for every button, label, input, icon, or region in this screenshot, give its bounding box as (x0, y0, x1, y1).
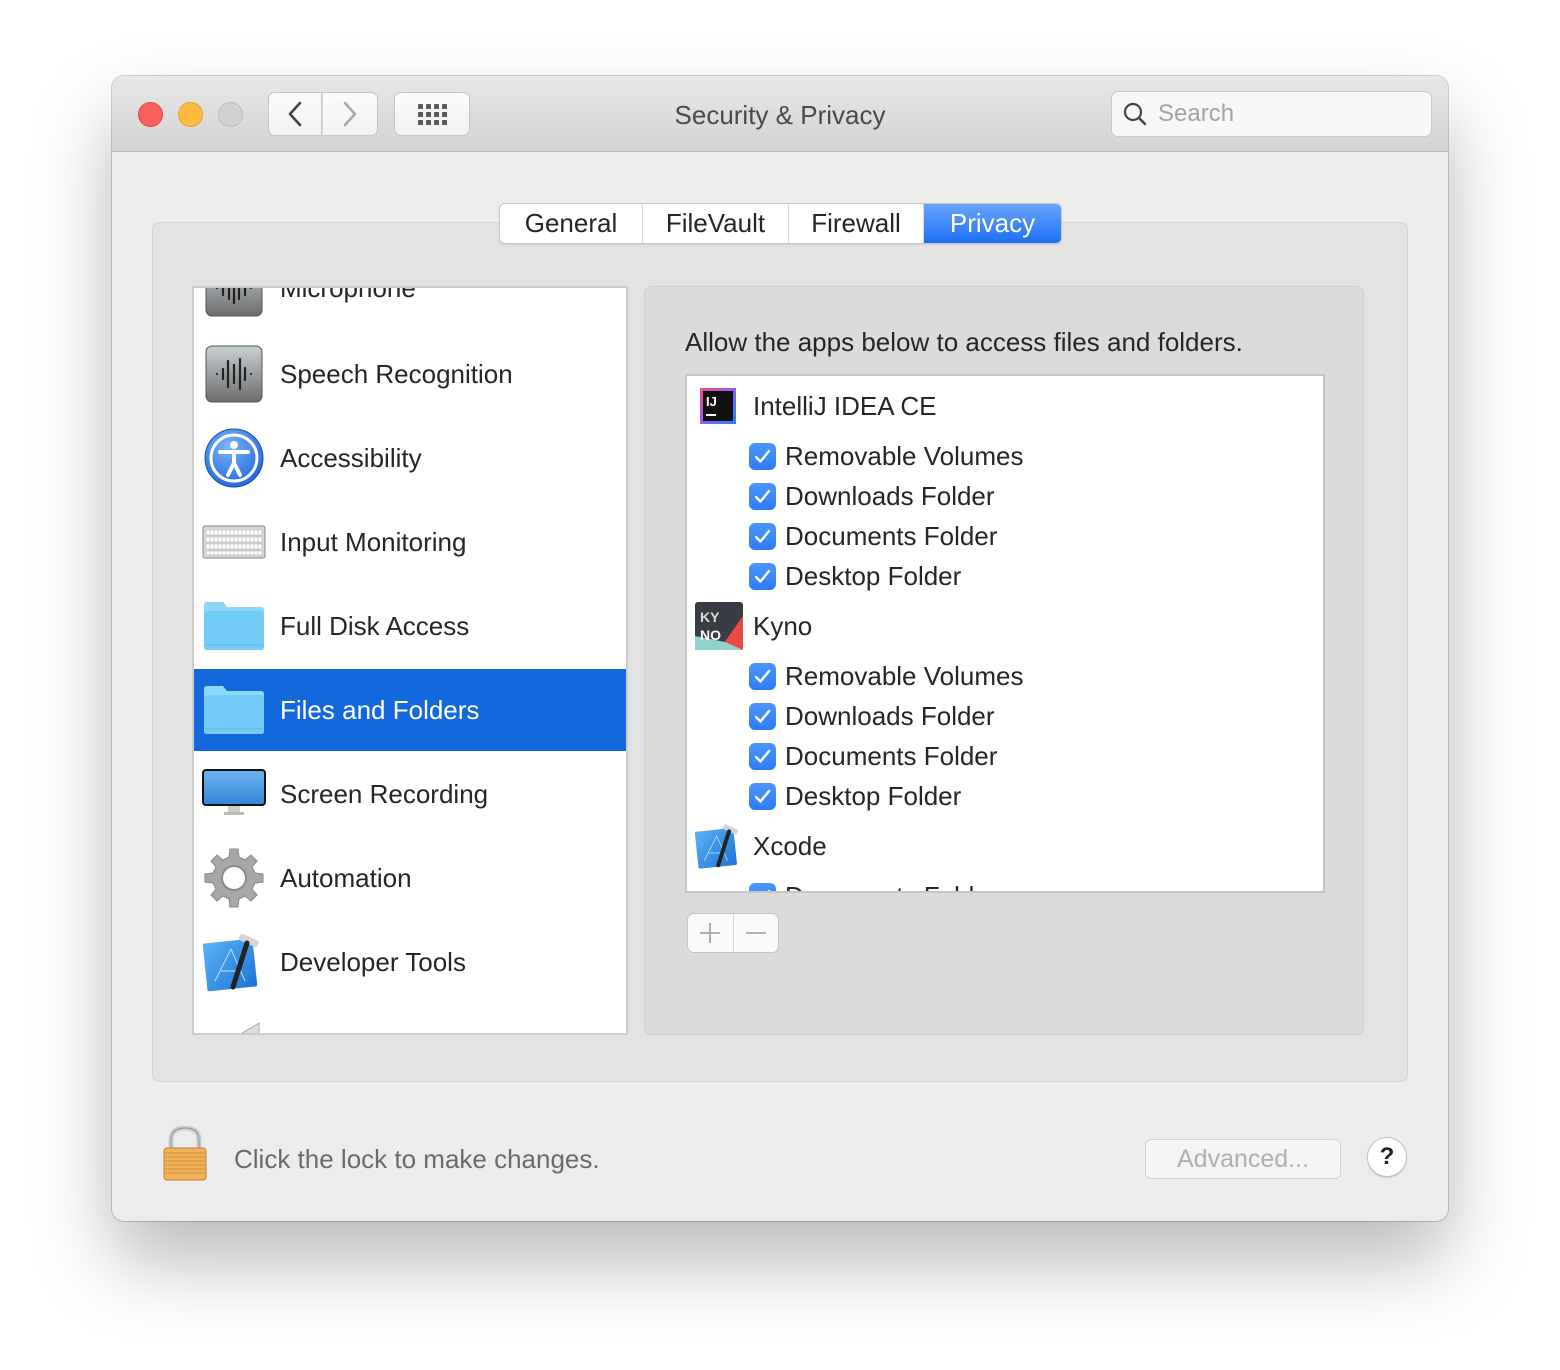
advanced-button[interactable]: Advanced... (1145, 1139, 1341, 1179)
speech-waveform-icon (202, 342, 266, 406)
permission-row[interactable]: Desktop Folder (749, 776, 961, 816)
remove-button[interactable] (734, 914, 779, 952)
tab-general[interactable]: General (500, 204, 643, 243)
app-permissions-list[interactable]: IJ IntelliJ IDEA CE Removable Volumes Do… (685, 374, 1325, 893)
tab-privacy[interactable]: Privacy (924, 204, 1061, 243)
intellij-icon: IJ (700, 388, 736, 424)
folder-icon (202, 594, 266, 658)
permission-row[interactable]: Removable Volumes (749, 436, 1023, 476)
permission-label: Downloads Folder (785, 700, 995, 731)
kyno-icon: KY NO (695, 602, 743, 650)
gear-icon (202, 846, 266, 910)
checkbox-checked[interactable] (749, 742, 776, 770)
checkbox-checked[interactable] (749, 522, 776, 550)
app-name: Xcode (753, 830, 827, 861)
search-input[interactable] (1158, 100, 1418, 128)
permission-row[interactable]: Desktop Folder (749, 556, 961, 596)
permission-label: Removable Volumes (785, 440, 1024, 471)
permission-row[interactable]: Documents Folder (749, 516, 997, 556)
folder-icon (202, 678, 266, 742)
sidebar-item-developer-tools[interactable]: Developer Tools (194, 921, 626, 1003)
display-icon (202, 762, 266, 826)
checkbox-checked[interactable] (749, 882, 776, 891)
svg-text:NO: NO (700, 627, 721, 643)
permission-label: Documents Folder (785, 740, 998, 771)
sidebar-item-label: Files and Folders (280, 694, 480, 725)
megaphone-icon (202, 1014, 266, 1033)
checkmark-icon (754, 709, 771, 723)
sidebar-item-label: Speech Recognition (280, 358, 513, 389)
sidebar-item-label: Input Monitoring (280, 526, 467, 557)
checkbox-checked[interactable] (749, 442, 776, 470)
permission-row[interactable]: Documents Folder (749, 736, 997, 776)
xcode-icon (202, 930, 266, 994)
checkmark-icon (767, 889, 771, 891)
tab-firewall[interactable]: Firewall (789, 204, 924, 243)
keyboard-icon (202, 510, 266, 574)
checkbox-checked[interactable] (749, 662, 776, 690)
sidebar-item-accessibility[interactable]: Accessibility (194, 417, 626, 499)
permission-label: Downloads Folder (785, 480, 995, 511)
permission-label: Desktop Folder (785, 560, 962, 591)
checkbox-checked[interactable] (749, 482, 776, 510)
sidebar-item-files-and-folders[interactable]: Files and Folders (194, 669, 626, 751)
tab-filevault[interactable]: FileVault (643, 204, 789, 243)
app-name: Kyno (753, 610, 813, 641)
checkmark-icon (754, 489, 771, 503)
sidebar-item-screen-recording[interactable]: Screen Recording (194, 753, 626, 835)
svg-text:KY: KY (700, 609, 720, 625)
checkbox-checked[interactable] (749, 702, 776, 730)
sidebar-item-speech-recognition[interactable]: Speech Recognition (194, 333, 626, 415)
sidebar-item-label: Screen Recording (280, 778, 489, 809)
checkmark-icon (754, 449, 771, 463)
permission-label: Documents Folder (785, 881, 997, 892)
titlebar: Security & Privacy (112, 76, 1448, 152)
checkbox-checked[interactable] (749, 562, 776, 590)
sidebar-item-partial[interactable] (194, 1005, 626, 1033)
panel-description: Allow the apps below to access files and… (685, 327, 1243, 357)
files-folders-panel: Allow the apps below to access files and… (644, 286, 1364, 1035)
permission-row[interactable]: Documents Folder (749, 876, 997, 892)
permission-label: Removable Volumes (785, 660, 1024, 691)
sidebar-item-full-disk-access[interactable]: Full Disk Access (194, 585, 626, 667)
minus-icon (745, 932, 766, 934)
add-button[interactable] (688, 914, 734, 952)
xcode-icon (695, 824, 739, 869)
sidebar-item-label: Developer Tools (280, 946, 466, 977)
add-remove-control (687, 913, 779, 953)
microphone-waveform-icon (202, 288, 266, 320)
checkmark-icon (754, 789, 771, 803)
checkmark-icon (754, 529, 771, 543)
checkmark-icon (754, 749, 771, 763)
permission-row[interactable]: Downloads Folder (749, 476, 995, 516)
search-icon (1123, 102, 1147, 126)
sidebar-item-label: Automation (280, 862, 412, 893)
accessibility-icon (202, 426, 266, 490)
search-field[interactable] (1111, 91, 1432, 137)
sidebar-item-input-monitoring[interactable]: Input Monitoring (194, 501, 626, 583)
help-button[interactable]: ? (1367, 1137, 1407, 1177)
permission-label: Documents Folder (785, 520, 998, 551)
sidebar-item-automation[interactable]: Automation (194, 837, 626, 919)
lock-button[interactable] (162, 1125, 208, 1182)
permission-label: Desktop Folder (785, 780, 962, 811)
checkmark-icon (754, 569, 771, 583)
lock-message: Click the lock to make changes. (234, 1144, 600, 1174)
lock-icon (163, 1125, 207, 1181)
checkbox-checked[interactable] (749, 782, 776, 810)
svg-text:IJ: IJ (706, 394, 717, 409)
sidebar-item-label: Full Disk Access (280, 610, 470, 641)
checkmark-icon (754, 669, 771, 683)
permission-row[interactable]: Removable Volumes (749, 656, 1023, 696)
plus-icon (700, 923, 721, 943)
permission-row[interactable]: Downloads Folder (749, 696, 995, 736)
sidebar-item-microphone[interactable]: Microphone (194, 286, 626, 329)
app-name: IntelliJ IDEA CE (753, 390, 937, 421)
sidebar-item-label: Microphone (280, 286, 416, 303)
sidebar-item-label: Accessibility (280, 442, 422, 473)
tab-bar: General FileVault Firewall Privacy (499, 203, 1062, 244)
security-privacy-window: Security & Privacy General FileVault Fir… (112, 76, 1448, 1221)
privacy-category-list[interactable]: Microphone Speech Recognition Accessibil… (192, 286, 628, 1035)
